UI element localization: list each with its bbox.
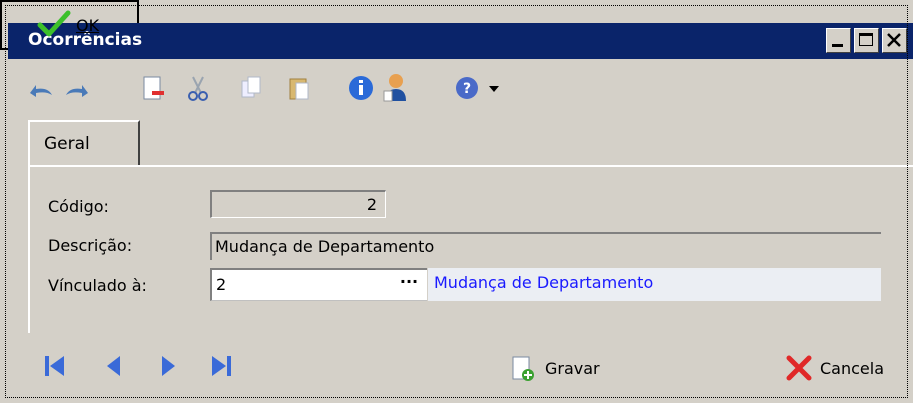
cancela-button[interactable]: Cancela — [784, 343, 908, 393]
ok-button[interactable]: OK — [0, 0, 908, 398]
ok-label: OK — [76, 16, 100, 35]
cancel-icon — [786, 355, 812, 381]
check-icon — [37, 10, 71, 37]
window: Ocorrências ? Geral Código: 2 Descrição:… — [0, 0, 913, 403]
ok-focus-rect — [5, 5, 908, 398]
cancela-label: Cancela — [820, 359, 885, 378]
